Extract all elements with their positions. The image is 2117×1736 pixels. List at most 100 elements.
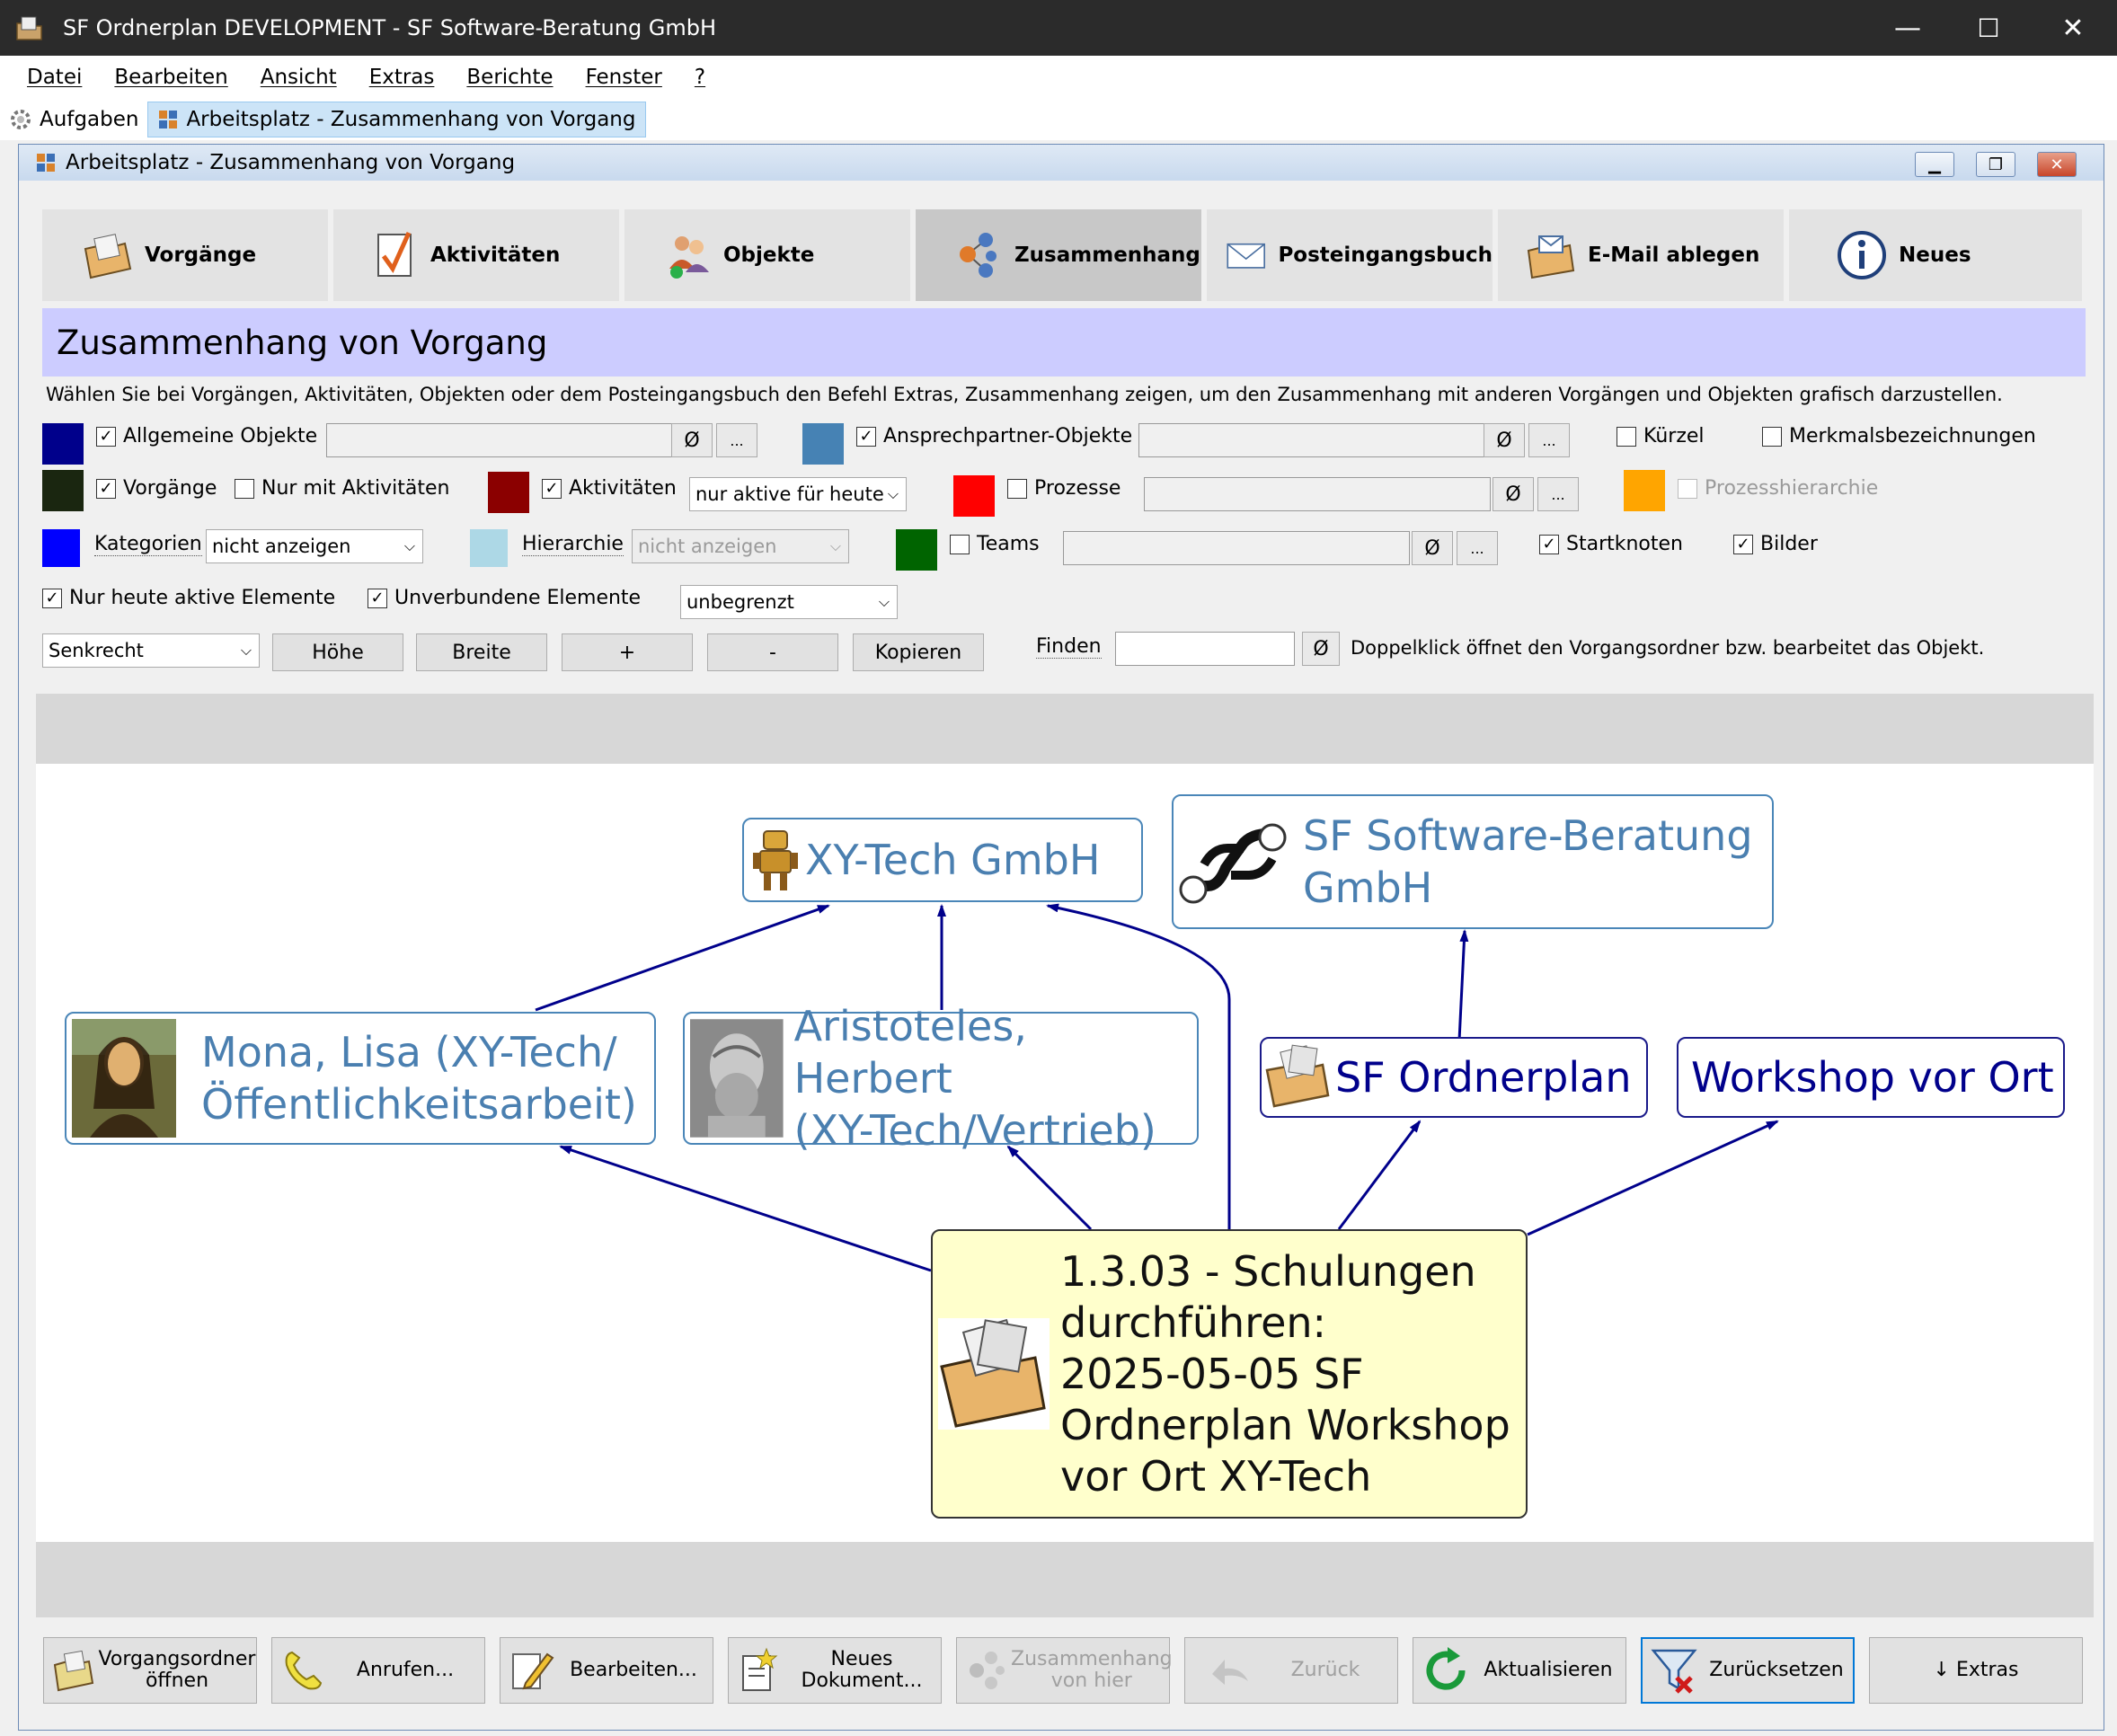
graph-node-aristoteles-text: Aristoteles, Herbert (XY-Tech/Vertrieb) [794,1000,1197,1156]
checkbox-prozesshierarchie[interactable]: Prozesshierarchie [1678,477,1878,500]
minimize-button[interactable]: — [1865,0,1950,56]
graph-node-sf-ordnerplan[interactable]: SF Ordnerplan [1260,1037,1648,1118]
menu-bearbeiten[interactable]: Bearbeiten [114,66,227,89]
aktualisieren-button[interactable]: Aktualisieren [1413,1637,1626,1704]
relationship-graph[interactable]: XY-Tech GmbH SF Software-Beratung GmbH M… [36,764,2094,1542]
anrufen-line1: Anrufen... [356,1659,455,1681]
vorgangsordner-oeffnen-button[interactable]: Vorgangsordner öffnen [43,1637,257,1704]
zurueck-button[interactable]: Zurück [1184,1637,1398,1704]
page-title-band: Zusammenhang von Vorgang [42,308,2086,376]
child-close-button[interactable]: ✕ [2037,152,2077,177]
checkbox-nur-heute-aktive[interactable]: ✓ Nur heute aktive Elemente [42,587,335,609]
vorgangsordner-oeffnen-line1: Vorgangsordner [98,1648,256,1670]
extras-button[interactable]: ↓ Extras [1869,1637,2083,1704]
nav-posteingangsbuch[interactable]: Posteingangsbuch [1207,209,1493,301]
child-minimize-button[interactable]: ▁ [1915,152,1954,177]
color-swatch-teams[interactable] [896,529,937,571]
prozesse-clear-button[interactable]: Ø [1493,477,1534,511]
graph-node-workshop[interactable]: Workshop vor Ort [1677,1037,2065,1118]
nav-email-ablegen[interactable]: E-Mail ablegen [1498,209,1784,301]
color-swatch-hierarchie[interactable] [470,529,508,567]
graph-node-xytech[interactable]: XY-Tech GmbH [742,818,1143,902]
color-swatch-prozesse[interactable] [953,475,995,517]
title-bar: SF Ordnerplan DEVELOPMENT - SF Software-… [0,0,2117,56]
hierarchie-select[interactable]: nicht anzeigen ⌵ [632,529,849,563]
anrufen-button[interactable]: Anrufen... [271,1637,485,1704]
nav-neues[interactable]: Neues [1789,209,2082,301]
close-button[interactable]: ✕ [2031,0,2115,56]
prozesse-more-button[interactable]: ... [1537,477,1579,511]
color-swatch-kategorien[interactable] [42,529,80,567]
nav-aktivitaeten-label: Aktivitäten [430,244,561,267]
limit-select[interactable]: unbegrenzt ⌵ [680,585,898,619]
graph-node-aristoteles[interactable]: Aristoteles, Herbert (XY-Tech/Vertrieb) [683,1002,1199,1155]
finden-input[interactable] [1115,632,1295,666]
neues-dokument-button[interactable]: Neues Dokument... [728,1637,942,1704]
nav-zusammenhang[interactable]: Zusammenhang [916,209,1201,301]
checkbox-prozesse[interactable]: Prozesse [1007,477,1121,500]
hoehe-button[interactable]: Höhe [272,633,403,671]
checkbox-kuerzel[interactable]: Kürzel [1617,425,1705,447]
kategorien-select[interactable]: nicht anzeigen ⌵ [206,529,423,563]
breite-button[interactable]: Breite [416,633,547,671]
checkbox-ansprechpartner[interactable]: ✓ Ansprechpartner-Objekte [856,425,1132,447]
checkbox-startknoten[interactable]: ✓ Startknoten [1539,533,1683,555]
checkbox-teams[interactable]: Teams [950,533,1040,555]
maximize-button[interactable]: ☐ [1946,0,2031,56]
page-hint: Wählen Sie bei Vorgängen, Aktivitäten, O… [46,384,2003,405]
checkbox-merkmalsbezeichnungen[interactable]: Merkmalsbezeichnungen [1762,425,2036,447]
checkbox-allgemeine-objekte[interactable]: ✓ Allgemeine Objekte [96,425,317,447]
window-title: SF Ordnerplan DEVELOPMENT - SF Software-… [63,15,717,40]
menu-help[interactable]: ? [695,66,705,89]
allgemeine-objekte-more-button[interactable]: ... [716,423,757,457]
chevron-down-icon: ⌵ [878,593,890,610]
edge-focus-aristoteles [1006,1145,1093,1231]
nav-vorgaenge[interactable]: Vorgänge [42,209,328,301]
menu-datei[interactable]: Datei [27,66,82,89]
network-icon [970,1652,1005,1689]
ansprechpartner-input[interactable] [1138,423,1485,457]
teams-more-button[interactable]: ... [1457,531,1498,565]
finden-hint: Doppelklick öffnet den Vorgangsordner bz… [1351,637,1985,659]
teams-clear-button[interactable]: Ø [1412,531,1453,565]
nav-aktivitaeten[interactable]: Aktivitäten [333,209,619,301]
ansprechpartner-more-button[interactable]: ... [1528,423,1570,457]
graph-node-mona-lisa[interactable]: Mona, Lisa (XY-Tech/ Öffentlichkeitsarbe… [65,1012,656,1145]
finden-clear-button[interactable]: Ø [1302,632,1340,666]
checkbox-merkmalsbezeichnungen-label: Merkmalsbezeichnungen [1789,425,2036,447]
checkbox-vorgaenge[interactable]: ✓ Vorgänge [96,477,217,500]
allgemeine-objekte-input[interactable] [326,423,673,457]
child-restore-button[interactable]: ❐ [1976,152,2015,177]
menu-ansicht[interactable]: Ansicht [261,66,337,89]
graph-node-focus-vorgang[interactable]: 1.3.03 - Schulungen durchführen: 2025-05… [931,1229,1528,1519]
color-swatch-aktivitaeten[interactable] [488,472,529,513]
teams-input[interactable] [1063,531,1410,565]
kopieren-button[interactable]: Kopieren [853,633,984,671]
bearbeiten-button[interactable]: Bearbeiten... [500,1637,713,1704]
prozesse-input[interactable] [1144,477,1491,511]
checkbox-aktivitaeten[interactable]: ✓ Aktivitäten [542,477,677,500]
orientation-select[interactable]: Senkrecht ⌵ [42,633,260,668]
menu-berichte[interactable]: Berichte [466,66,553,89]
zoom-out-button[interactable]: - [707,633,838,671]
tab-arbeitsplatz[interactable]: Arbeitsplatz - Zusammenhang von Vorgang [147,102,646,137]
ansprechpartner-clear-button[interactable]: Ø [1484,423,1525,457]
color-swatch-ansprechpartner[interactable] [802,423,844,465]
checkbox-bilder[interactable]: ✓ Bilder [1733,533,1818,555]
tab-aufgaben[interactable]: Aufgaben [0,102,147,137]
color-swatch-prozesshierarchie[interactable] [1624,470,1665,511]
menu-extras[interactable]: Extras [369,66,435,89]
allgemeine-objekte-clear-button[interactable]: Ø [671,423,713,457]
zoom-in-button[interactable]: + [562,633,693,671]
zuruecksetzen-button[interactable]: Zurücksetzen [1641,1637,1855,1704]
checkbox-nur-mit-aktivitaeten[interactable]: Nur mit Aktivitäten [235,477,449,500]
color-swatch-allgemeine-objekte[interactable] [42,423,84,465]
zusammenhang-von-hier-button[interactable]: Zusammenhang von hier [956,1637,1173,1704]
finden-label: Finden [1036,635,1102,659]
aktivitaeten-select[interactable]: nur aktive für heute ⌵ [689,477,907,511]
nav-objekte[interactable]: Objekte [624,209,910,301]
checkbox-unverbundene[interactable]: ✓ Unverbundene Elemente [368,587,641,609]
graph-node-sf-software[interactable]: SF Software-Beratung GmbH [1172,794,1774,929]
menu-fenster[interactable]: Fenster [586,66,662,89]
color-swatch-vorgaenge[interactable] [42,470,84,511]
